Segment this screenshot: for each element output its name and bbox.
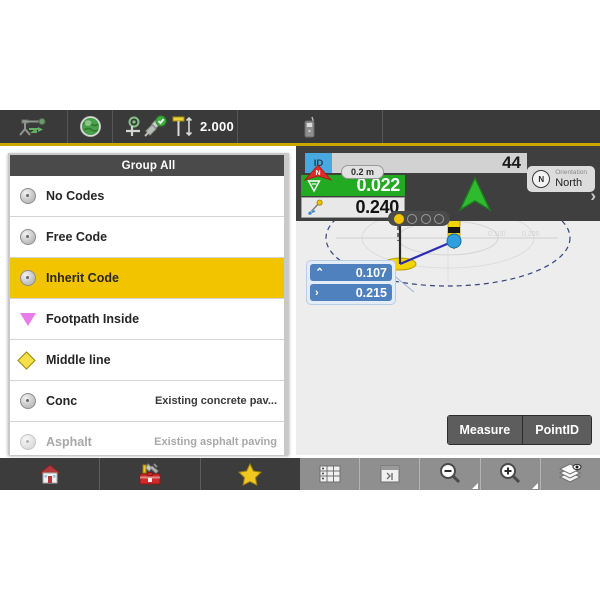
delta-row-right[interactable]: › 0.215	[310, 284, 392, 301]
radio-icon	[20, 393, 46, 409]
list-item[interactable]: Footpath Inside	[10, 299, 287, 340]
list-item[interactable]: Free Code	[10, 217, 287, 258]
delta-readout-box[interactable]: ⌃ 0.107 › 0.215	[306, 260, 396, 305]
list-item-label: No Codes	[46, 189, 105, 203]
list-item-selected[interactable]: Inherit Code	[10, 258, 287, 299]
list-item[interactable]: Conc Existing concrete pav...	[10, 381, 287, 422]
page-dot-3[interactable]	[420, 213, 431, 224]
list-item-label: Inherit Code	[46, 271, 119, 285]
target-point-icon	[126, 116, 140, 136]
bottom-toolbar-right	[300, 458, 600, 490]
grid-label-2: 0.200	[522, 231, 540, 238]
page-indicator[interactable]	[388, 211, 450, 226]
grid-label-1: 0.100	[488, 231, 506, 238]
toolbox-button[interactable]	[100, 458, 201, 490]
orientation-caption: Orientation	[555, 169, 587, 176]
toolbar-instrument-button[interactable]	[0, 110, 68, 143]
map-action-buttons: Measure PointID	[446, 415, 592, 445]
home-button[interactable]	[0, 458, 101, 490]
list-item[interactable]: Middle line	[10, 340, 287, 381]
home-icon	[38, 464, 62, 484]
chevron-right-icon: ›	[315, 286, 319, 299]
favorites-button[interactable]	[201, 458, 300, 490]
north-arrow-icon: N	[303, 164, 333, 181]
list-scrollbar[interactable]	[284, 153, 289, 455]
page-dot-4[interactable]	[434, 213, 445, 224]
chevron-up-icon: ⌃	[315, 267, 325, 279]
delta-right-value: 0.215	[355, 285, 387, 300]
slope-stake-icon	[302, 199, 328, 216]
toolbar-globe-button[interactable]	[68, 110, 113, 143]
direction-arrow	[454, 174, 496, 221]
triangle-icon	[20, 312, 46, 326]
zoom-out-more-indicator[interactable]	[471, 483, 478, 489]
zoom-out-button[interactable]	[420, 458, 481, 490]
layers-icon	[559, 463, 582, 483]
list-item[interactable]: No Codes	[10, 176, 287, 217]
page-dot-2[interactable]	[407, 213, 418, 224]
zoom-in-icon	[500, 463, 521, 484]
delta-row-forward[interactable]: ⌃ 0.107	[310, 264, 392, 281]
top-toolbar: 2.000	[0, 110, 600, 146]
svg-text:N: N	[315, 170, 320, 177]
pointid-button[interactable]: PointID	[523, 416, 591, 444]
favorites-star-icon	[238, 462, 263, 486]
orientation-box[interactable]: N Orientation North	[527, 166, 595, 192]
offset-vector	[399, 239, 455, 266]
list-item-label: Middle line	[46, 353, 111, 367]
diamond-icon	[17, 350, 46, 370]
compass-icon: N	[532, 170, 551, 188]
list-item-label: Footpath Inside	[46, 312, 140, 326]
layers-button[interactable]	[541, 458, 600, 490]
zoom-out-icon	[440, 463, 461, 484]
zoom-in-button[interactable]	[481, 458, 541, 490]
navigation-arrow-icon	[458, 176, 492, 212]
globe-icon	[79, 116, 101, 137]
pole-height-value: 2.000	[200, 119, 235, 134]
point-id-bar[interactable]: ID 44	[305, 153, 527, 173]
page-dot-1[interactable]	[393, 213, 404, 224]
pole-height-icon	[172, 116, 193, 136]
list-item[interactable]: Asphalt Existing asphalt paving	[10, 422, 287, 455]
current-point-marker	[446, 233, 462, 249]
toolbar-radio-button[interactable]	[238, 110, 383, 143]
delta-forward-value: 0.107	[355, 265, 387, 280]
orientation-value: North	[555, 177, 583, 189]
radio-device-icon	[304, 116, 315, 137]
table-view-icon	[319, 465, 341, 483]
list-item-label: Free Code	[46, 230, 108, 244]
map-properties-icon	[380, 465, 400, 483]
list-item-label: Asphalt	[46, 435, 92, 449]
code-list-header: Group All	[10, 155, 287, 176]
list-item-desc: Existing concrete pav...	[154, 395, 277, 407]
north-marker: N	[303, 164, 333, 187]
toolbar-status-group[interactable]: 2.000	[113, 110, 238, 143]
radio-icon	[20, 434, 46, 450]
list-item-label: Conc	[46, 394, 78, 408]
zoom-in-more-indicator[interactable]	[531, 483, 538, 489]
survey-instrument-icon	[18, 117, 45, 136]
bottom-toolbar	[0, 458, 600, 490]
measure-button[interactable]: Measure	[447, 416, 524, 444]
scale-bar: 0.2 m	[341, 165, 385, 179]
radio-icon	[20, 188, 46, 204]
map-panel[interactable]: 0.100 0.200 ID 44 0.022 0.240 › N 0.2 m …	[296, 146, 600, 455]
toolbox-icon	[139, 463, 161, 485]
code-list-panel: Group All No Codes Free Code Inherit Cod…	[8, 153, 289, 455]
radio-icon	[20, 270, 46, 286]
code-list-body: No Codes Free Code Inherit Code Footpath…	[10, 176, 287, 455]
table-view-button[interactable]	[300, 458, 361, 490]
satellite-ok-icon	[144, 115, 167, 137]
list-item-desc: Existing asphalt paving	[154, 436, 277, 448]
radio-icon	[20, 229, 46, 245]
bottom-toolbar-left	[0, 458, 300, 490]
map-properties-button[interactable]	[360, 458, 421, 490]
app-root: 2.000 Group All No Codes Free Code Inher…	[0, 110, 600, 490]
